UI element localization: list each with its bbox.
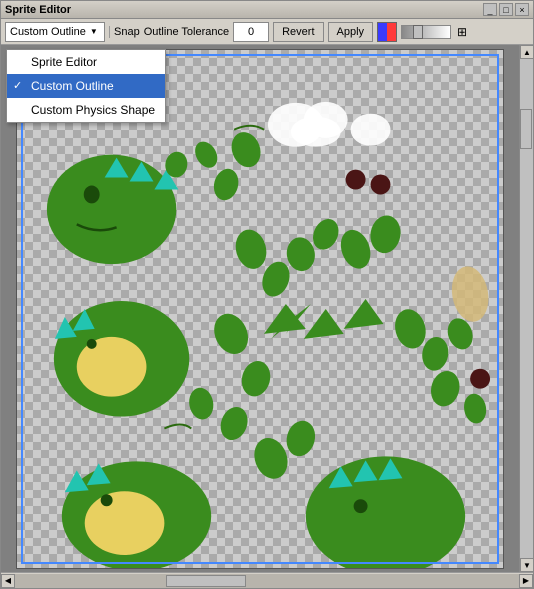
bottom-bar: ◀ ▶ [1, 572, 533, 588]
scroll-left-button[interactable]: ◀ [1, 574, 15, 588]
zoom-slider[interactable] [401, 25, 451, 39]
sprite-svg [17, 50, 503, 568]
mode-label: Custom Outline [10, 26, 86, 38]
apply-button[interactable]: Apply [328, 22, 374, 42]
dropdown-item-custom-physics[interactable]: Custom Physics Shape [7, 98, 165, 122]
tolerance-input[interactable] [233, 22, 269, 42]
window-title: Sprite Editor [5, 4, 71, 16]
color-swatch[interactable] [377, 22, 397, 42]
snap-section: Snap [109, 26, 140, 38]
sprite-canvas [16, 49, 504, 569]
sprite-editor-window: Sprite Editor _ □ × Custom Outline Sprit… [0, 0, 534, 589]
toolbar: Custom Outline Sprite Editor Custom Outl… [1, 19, 533, 45]
scrollbar-vertical: ▲ ▼ [519, 45, 533, 572]
scroll-down-button[interactable]: ▼ [520, 558, 533, 572]
slider-container: ⊞ [401, 23, 471, 41]
tolerance-label: Outline Tolerance [144, 26, 229, 38]
color-swatch-right [387, 23, 396, 41]
scroll-thumb-vertical[interactable] [520, 109, 532, 149]
mode-dropdown[interactable]: Custom Outline Sprite Editor Custom Outl… [5, 22, 105, 42]
scroll-up-button[interactable]: ▲ [520, 45, 533, 59]
grid-icon: ⊞ [453, 23, 471, 41]
scrollbar-horizontal: ◀ ▶ [1, 574, 533, 588]
title-bar-buttons: _ □ × [483, 3, 529, 16]
color-swatch-left [378, 23, 387, 41]
revert-button[interactable]: Revert [273, 22, 323, 42]
snap-label: Snap [114, 26, 140, 38]
scroll-thumb-horizontal[interactable] [166, 575, 246, 587]
scroll-track-vertical[interactable] [520, 59, 533, 558]
close-button[interactable]: × [515, 3, 529, 16]
dropdown-item-custom-outline[interactable]: Custom Outline [7, 74, 165, 98]
dropdown-menu: Sprite Editor Custom Outline Custom Phys… [6, 49, 166, 123]
maximize-button[interactable]: □ [499, 3, 513, 16]
dropdown-item-sprite-editor[interactable]: Sprite Editor [7, 50, 165, 74]
content-area: ▲ ▼ [1, 45, 533, 572]
canvas-container[interactable] [1, 45, 519, 572]
minimize-button[interactable]: _ [483, 3, 497, 16]
scroll-right-button[interactable]: ▶ [519, 574, 533, 588]
scroll-track-horizontal[interactable] [15, 574, 519, 588]
title-bar: Sprite Editor _ □ × [1, 1, 533, 19]
